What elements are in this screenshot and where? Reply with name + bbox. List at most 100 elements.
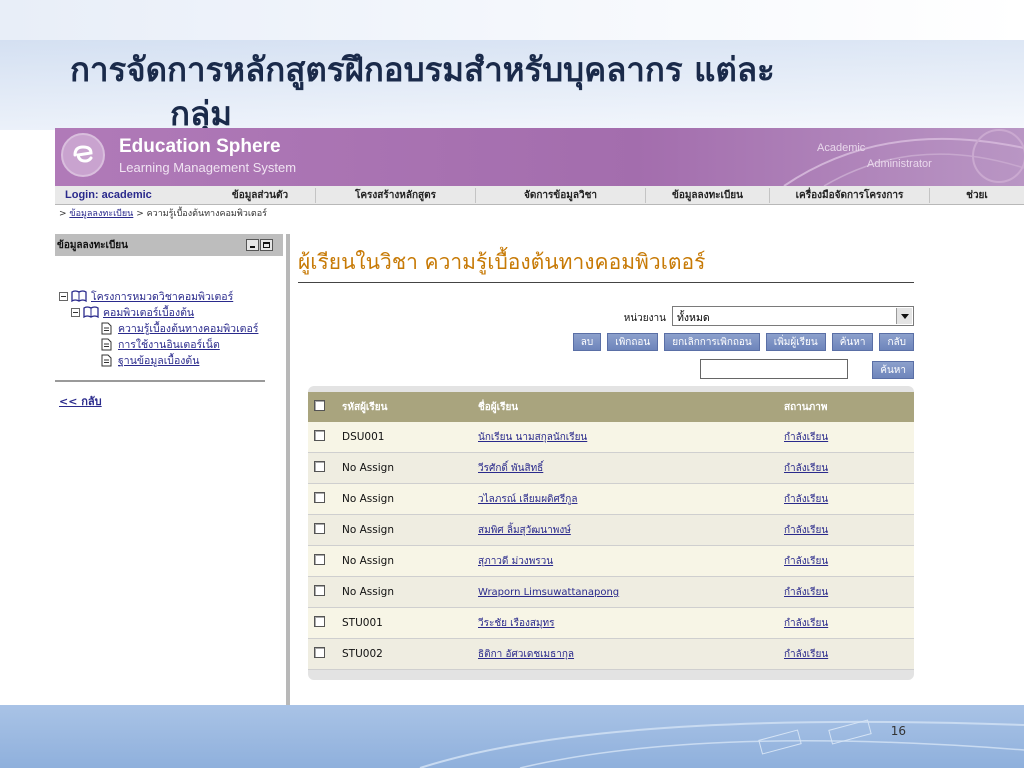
education-sphere-logo bbox=[61, 133, 105, 177]
sidebar-window-controls bbox=[246, 239, 273, 251]
search-toggle-button[interactable]: ค้นหา bbox=[831, 333, 874, 351]
table-row: No Assign วีรศักดิ์ พันสิทธิ์ กำลังเรียน bbox=[308, 452, 914, 484]
row-checkbox[interactable] bbox=[314, 430, 325, 441]
breadcrumb-separator: > bbox=[59, 209, 67, 219]
menu-curriculum-structure[interactable]: โครงสร้างหลักสูตร bbox=[315, 187, 475, 203]
document-icon bbox=[101, 338, 112, 350]
row-checkbox[interactable] bbox=[314, 554, 325, 565]
table-row: No Assign Wraporn Limsuwattanapong กำลังเร… bbox=[308, 576, 914, 608]
learner-id-cell: No Assign bbox=[336, 514, 472, 546]
column-header-learner-name: ชื่อผู้เรียน bbox=[472, 392, 778, 422]
search-input[interactable] bbox=[700, 359, 848, 379]
row-select-cell bbox=[308, 483, 336, 515]
learner-id-cell: No Assign bbox=[336, 576, 472, 608]
withdraw-button[interactable]: เพิกถอน bbox=[607, 333, 659, 351]
minimize-icon[interactable] bbox=[246, 239, 259, 251]
learner-name-link[interactable]: วีระชัย เรืองสมุทร bbox=[478, 618, 555, 629]
table-row: No Assign สุภาวดี ม่วงพรวน กำลังเรียน bbox=[308, 545, 914, 577]
learner-table: รหัสผู้เรียน ชื่อผู้เรียน สถานภาพ DSU001… bbox=[308, 392, 914, 670]
sidebar-back-link[interactable]: << กลับ bbox=[59, 392, 283, 410]
menu-personal-info[interactable]: ข้อมูลส่วนตัว bbox=[205, 188, 315, 203]
status-link[interactable]: กำลังเรียน bbox=[784, 587, 828, 598]
learner-name-cell: นักเรียน นามสกุลนักเรียน bbox=[472, 422, 778, 453]
chevron-down-icon[interactable] bbox=[896, 308, 912, 324]
status-cell: กำลังเรียน bbox=[778, 576, 914, 608]
menu-course-management[interactable]: จัดการข้อมูลวิชา bbox=[475, 187, 645, 203]
breadcrumb-link-registration[interactable]: ข้อมูลลงทะเบียน bbox=[69, 209, 133, 219]
app-name: Education Sphere bbox=[119, 136, 281, 157]
learner-id-cell: STU001 bbox=[336, 607, 472, 639]
select-all-checkbox[interactable] bbox=[314, 400, 325, 411]
status-cell: กำลังเรียน bbox=[778, 514, 914, 546]
learner-name-link[interactable]: วีรศักดิ์ พันสิทธิ์ bbox=[478, 463, 543, 474]
table-row: DSU001 นักเรียน นามสกุลนักเรียน กำลังเรียน bbox=[308, 422, 914, 453]
page-title: ผู้เรียนในวิชา ความรู้เบื้องต้นทางคอมพิว… bbox=[298, 246, 914, 283]
tree-link-course[interactable]: ฐานข้อมูลเบื้องต้น bbox=[118, 352, 199, 369]
collapse-icon[interactable] bbox=[71, 307, 80, 317]
collapse-icon[interactable] bbox=[59, 291, 68, 301]
learner-name-link[interactable]: สมพิศ ลิ้มสุวัฒนาพงษ์ bbox=[478, 525, 571, 536]
status-link[interactable]: กำลังเรียน bbox=[784, 556, 828, 567]
book-icon bbox=[71, 290, 87, 302]
slide-title-line1: การจัดการหลักสูตรฝึกอบรมสำหรับบุคลากร แต… bbox=[70, 50, 775, 89]
table-row: STU002 ธิติกา อัศวเดชเมธากุล กำลังเรียน bbox=[308, 638, 914, 670]
learner-name-cell: Wraporn Limsuwattanapong bbox=[472, 576, 778, 608]
course-tree: โครงการหมวดวิชาคอมพิวเตอร์ คอมพิวเตอร์เบ… bbox=[55, 256, 283, 368]
row-checkbox[interactable] bbox=[314, 616, 325, 627]
tree-link-group[interactable]: คอมพิวเตอร์เบื้องต้น bbox=[103, 304, 194, 321]
column-header-status: สถานภาพ bbox=[778, 392, 914, 422]
learner-name-link[interactable]: สุภาวดี ม่วงพรวน bbox=[478, 556, 553, 567]
learner-name-link[interactable]: ธิติกา อัศวเดชเมธากุล bbox=[478, 649, 574, 660]
row-checkbox[interactable] bbox=[314, 647, 325, 658]
status-link[interactable]: กำลังเรียน bbox=[784, 432, 828, 443]
column-header-learner-id: รหัสผู้เรียน bbox=[336, 392, 472, 422]
learner-name-link[interactable]: Wraporn Limsuwattanapong bbox=[478, 587, 619, 598]
status-link[interactable]: กำลังเรียน bbox=[784, 649, 828, 660]
learner-name-link[interactable]: นักเรียน นามสกุลนักเรียน bbox=[478, 432, 587, 443]
table-header-row: รหัสผู้เรียน ชื่อผู้เรียน สถานภาพ bbox=[308, 392, 914, 422]
app-header: Education Sphere Learning Management Sys… bbox=[55, 128, 1024, 186]
status-link[interactable]: กำลังเรียน bbox=[784, 463, 828, 474]
status-link[interactable]: กำลังเรียน bbox=[784, 494, 828, 505]
search-row: ค้นหา bbox=[298, 359, 914, 379]
maximize-icon[interactable] bbox=[260, 239, 273, 251]
status-cell: กำลังเรียน bbox=[778, 545, 914, 577]
row-checkbox[interactable] bbox=[314, 585, 325, 596]
table-row: STU001 วีระชัย เรืองสมุทร กำลังเรียน bbox=[308, 607, 914, 639]
search-button[interactable]: ค้นหา bbox=[872, 361, 914, 379]
delete-button[interactable]: ลบ bbox=[572, 333, 602, 351]
learner-name-link[interactable]: วไลภรณ์ เลียมผดิศรีกูล bbox=[478, 494, 577, 505]
status-link[interactable]: กำลังเรียน bbox=[784, 525, 828, 536]
department-select[interactable]: ทั้งหมด bbox=[672, 306, 914, 326]
sidebar-title: ข้อมูลลงทะเบียน bbox=[57, 239, 128, 251]
status-cell: กำลังเรียน bbox=[778, 607, 914, 639]
cancel-withdraw-button[interactable]: ยกเลิกการเพิกถอน bbox=[664, 333, 760, 351]
row-select-cell bbox=[308, 545, 336, 577]
learner-id-cell: DSU001 bbox=[336, 422, 472, 453]
learner-name-cell: สุภาวดี ม่วงพรวน bbox=[472, 545, 778, 577]
row-checkbox[interactable] bbox=[314, 523, 325, 534]
back-button[interactable]: กลับ bbox=[879, 333, 914, 351]
tree-link-course[interactable]: การใช้งานอินเตอร์เน็ต bbox=[118, 336, 220, 353]
row-checkbox[interactable] bbox=[314, 492, 325, 503]
role-label: Academic bbox=[817, 142, 866, 154]
tree-link-course[interactable]: ความรู้เบื้องต้นทางคอมพิวเตอร์ bbox=[118, 320, 258, 337]
menu-registration[interactable]: ข้อมูลลงทะเบียน bbox=[645, 187, 769, 203]
add-learner-button[interactable]: เพิ่มผู้เรียน bbox=[765, 333, 826, 351]
status-link[interactable]: กำลังเรียน bbox=[784, 618, 828, 629]
learner-name-cell: วไลภรณ์ เลียมผดิศรีกูล bbox=[472, 483, 778, 515]
menu-project-tools[interactable]: เครื่องมือจัดการโครงการ bbox=[769, 187, 929, 203]
document-icon bbox=[101, 322, 112, 334]
learner-id-cell: STU002 bbox=[336, 638, 472, 670]
row-select-cell bbox=[308, 576, 336, 608]
menu-help[interactable]: ช่วยเ bbox=[929, 187, 1024, 203]
breadcrumb-separator: > bbox=[136, 209, 144, 219]
row-select-cell bbox=[308, 422, 336, 453]
status-cell: กำลังเรียน bbox=[778, 638, 914, 670]
login-label: Login: academic bbox=[65, 189, 152, 201]
row-checkbox[interactable] bbox=[314, 461, 325, 472]
app-window: Education Sphere Learning Management Sys… bbox=[55, 128, 1024, 705]
document-icon bbox=[101, 354, 112, 366]
tree-link-root[interactable]: โครงการหมวดวิชาคอมพิวเตอร์ bbox=[91, 288, 233, 305]
tree-item-course: ความรู้เบื้องต้นทางคอมพิวเตอร์ bbox=[59, 320, 283, 336]
